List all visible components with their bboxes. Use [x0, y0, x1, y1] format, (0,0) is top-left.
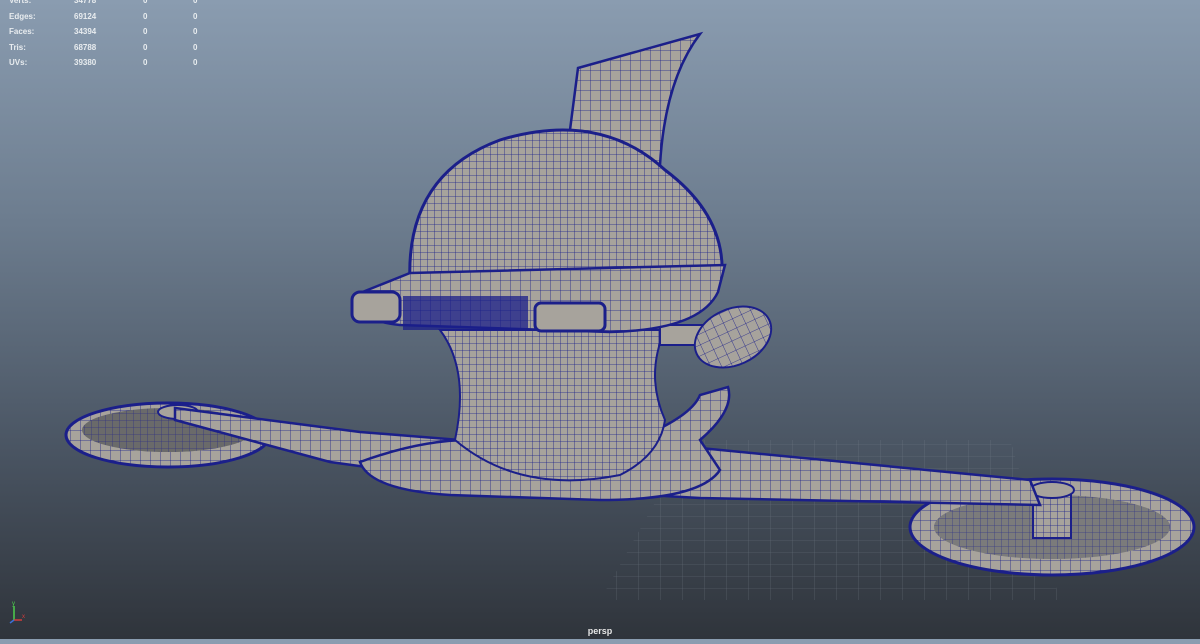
hud-value: 68788	[74, 42, 97, 52]
hud-value: 39380	[74, 58, 97, 67]
hud-row-faces: Faces: 34394 0 0	[0, 24, 220, 40]
model-wireframe[interactable]	[0, 0, 1200, 639]
hud-value: 0	[193, 27, 198, 36]
poly-count-hud: Verts: 34778 0 0 Edges: 69124 0 0 Faces:…	[0, 0, 220, 71]
hud-value: 0	[143, 11, 148, 21]
hud-label: Faces:	[9, 27, 35, 36]
axis-y-label: y	[12, 601, 15, 607]
hud-value: 0	[193, 42, 198, 52]
hud-value: 69124	[74, 11, 97, 21]
hud-value: 0	[193, 58, 198, 67]
hud-row-verts: Verts: 34778 0 0	[0, 0, 220, 9]
hud-label: Edges:	[9, 11, 36, 21]
hud-label: UVs:	[9, 58, 28, 67]
hud-value: 0	[143, 27, 148, 36]
hud-value: 34778	[74, 0, 97, 5]
hud-value: 0	[193, 0, 198, 5]
hud-row-edges: Edges: 69124 0 0	[0, 9, 220, 25]
hud-label: Verts:	[9, 0, 32, 5]
hud-label: Tris:	[9, 42, 26, 52]
camera-name-label[interactable]: persp	[0, 626, 1200, 636]
hud-value: 0	[143, 58, 148, 67]
hud-row-uvs: UVs: 39380 0 0	[0, 55, 220, 71]
axis-gizmo-icon: y x	[9, 601, 25, 624]
hud-value: 34394	[74, 27, 97, 36]
hud-value: 0	[193, 11, 198, 21]
hud-value: 0	[143, 42, 148, 52]
hud-value: 0	[143, 0, 148, 5]
axis-x-label: x	[22, 614, 25, 620]
hud-row-tris: Tris: 68788 0 0	[0, 40, 220, 56]
dome	[408, 128, 724, 285]
viewport-persp[interactable]: y x persp	[0, 0, 1200, 639]
visor-band	[350, 263, 727, 334]
